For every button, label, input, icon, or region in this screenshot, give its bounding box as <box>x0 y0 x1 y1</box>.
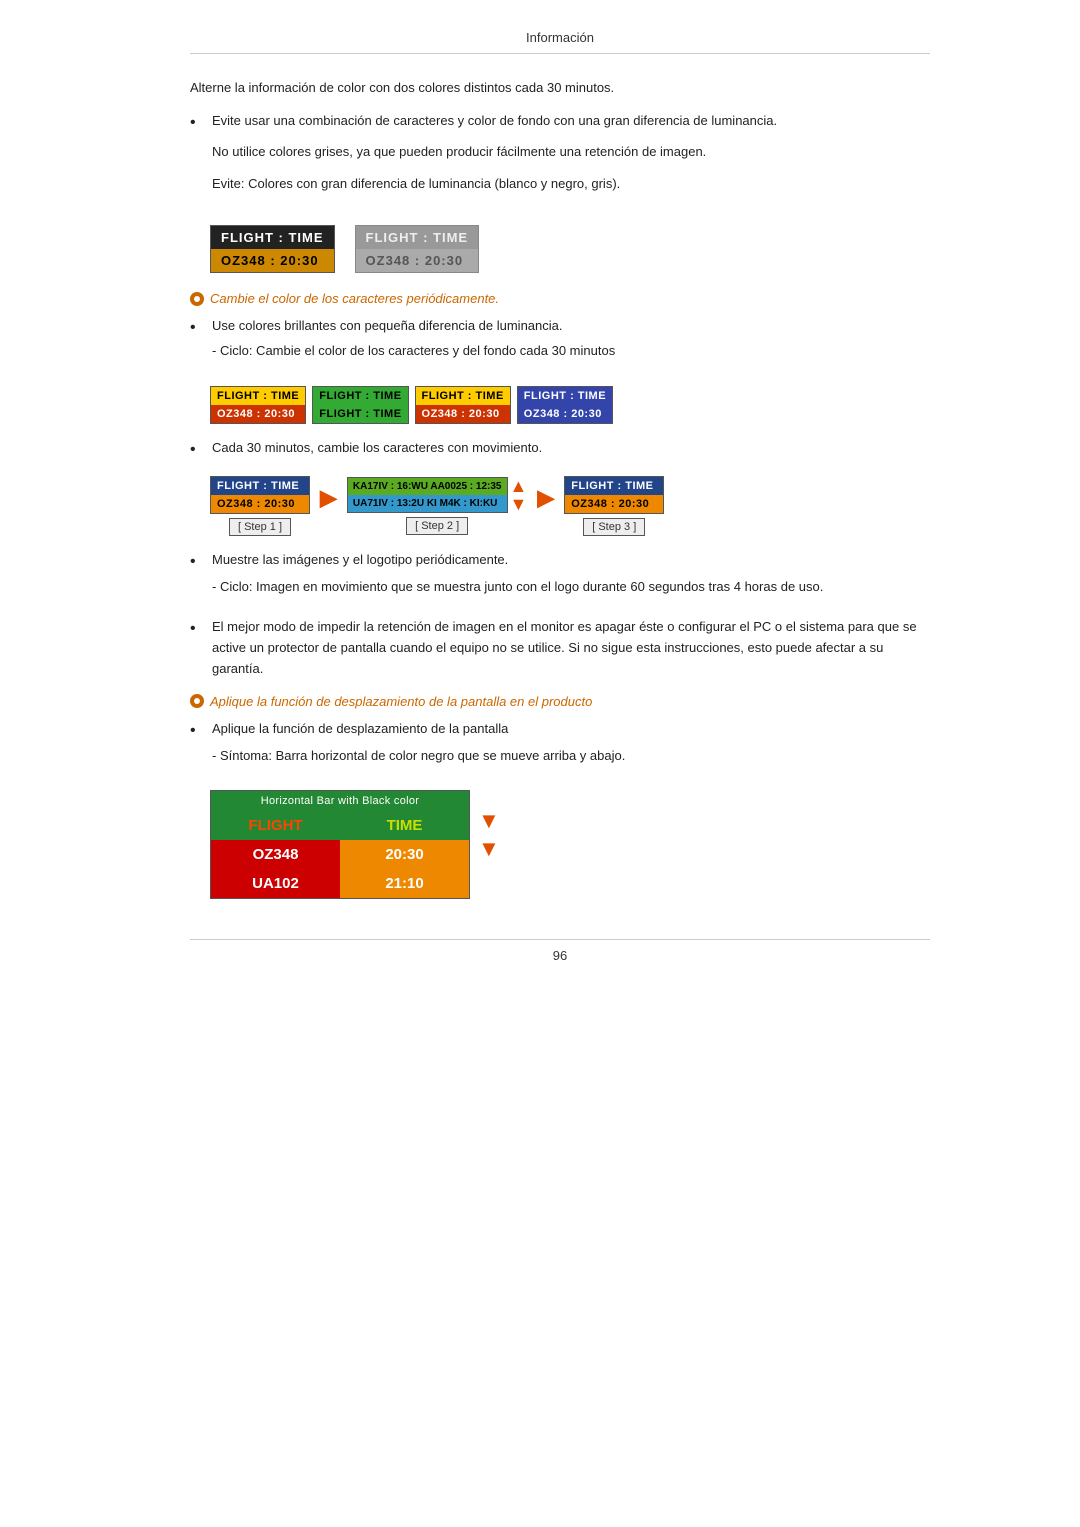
sub-text-1b: Evite: Colores con gran diferencia de lu… <box>212 174 777 195</box>
bullet-text-3: Cada 30 minutos, cambie los caracteres c… <box>212 438 542 459</box>
bullet-item-6: • Aplique la función de desplazamiento d… <box>190 719 930 777</box>
orange-heading-2-text: Aplique la función de desplazamiento de … <box>210 694 592 709</box>
cycle-box-1-r1: FLIGHT : TIME <box>211 387 305 405</box>
cycle-box-4-r2: OZ348 : 20:30 <box>518 405 612 423</box>
step-2-r2: UA71IV : 13:2U KI M4K : KI:KU <box>348 495 507 512</box>
bullet-dot-3: • <box>190 438 208 462</box>
bullet-item-2: • Use colores brillantes con pequeña dif… <box>190 316 930 372</box>
step-1-r2: OZ348 : 20:30 <box>211 495 309 513</box>
hbar-ua102: UA102 <box>211 869 340 898</box>
cycle-box-2: FLIGHT : TIME FLIGHT : TIME <box>312 386 408 424</box>
orange-heading-2: Aplique la función de desplazamiento de … <box>190 694 930 709</box>
page-footer: 96 <box>190 939 930 963</box>
step-3-r2: OZ348 : 20:30 <box>565 495 663 513</box>
sub-text-1a: No utilice colores grises, ya que pueden… <box>212 142 777 163</box>
steps-row: FLIGHT : TIME OZ348 : 20:30 [ Step 1 ] ▶… <box>210 476 930 536</box>
step-2-inner: KA17IV : 16:WU AA0025 : 12:35 UA71IV : 1… <box>347 477 527 513</box>
cycle-box-4-r1: FLIGHT : TIME <box>518 387 612 405</box>
flight-box-gray-row1: FLIGHT : TIME <box>356 226 479 249</box>
bullet-dot-2: • <box>190 316 208 340</box>
hbar-data-row-2: UA102 21:10 <box>211 869 469 898</box>
bullet-dot-5: • <box>190 617 208 641</box>
flight-box-dark: FLIGHT : TIME OZ348 : 20:30 <box>210 225 335 273</box>
cycle-boxes-row: FLIGHT : TIME OZ348 : 20:30 FLIGHT : TIM… <box>210 386 930 424</box>
cycle-box-1-r2: OZ348 : 20:30 <box>211 405 305 423</box>
bullet-item-1: • Evite usar una combinación de caracter… <box>190 111 930 207</box>
step-2-arrows: ▲ ▼ <box>510 477 528 513</box>
step-2-r1: KA17IV : 16:WU AA0025 : 12:35 <box>348 478 507 495</box>
bullet-dot-6: • <box>190 719 208 743</box>
bullet-text-1: Evite usar una combinación de caracteres… <box>212 113 777 128</box>
bullet-dot-4: • <box>190 550 208 574</box>
step-3-box: FLIGHT : TIME OZ348 : 20:30 <box>564 476 664 514</box>
page-header: Información <box>190 30 930 54</box>
step-3-wrap: FLIGHT : TIME OZ348 : 20:30 [ Step 3 ] <box>564 476 664 536</box>
orange-heading-1: Cambie el color de los caracteres periód… <box>190 291 930 306</box>
bullet-text-2: Use colores brillantes con pequeña difer… <box>212 318 563 333</box>
sub-text-6: - Síntoma: Barra horizontal de color neg… <box>212 746 625 767</box>
intro-text: Alterne la información de color con dos … <box>190 78 930 99</box>
step-1-wrap: FLIGHT : TIME OZ348 : 20:30 [ Step 1 ] <box>210 476 310 536</box>
bullet-text-6: Aplique la función de desplazamiento de … <box>212 721 508 736</box>
step-1-box: FLIGHT : TIME OZ348 : 20:30 <box>210 476 310 514</box>
flight-box-gray-row2: OZ348 : 20:30 <box>356 249 479 272</box>
hbar-header: Horizontal Bar with Black color <box>211 791 469 811</box>
header-title: Información <box>526 30 594 45</box>
hbar-table: Horizontal Bar with Black color FLIGHT T… <box>210 790 470 899</box>
hbar-head-row: FLIGHT TIME <box>211 811 469 840</box>
flight-box-gray: FLIGHT : TIME OZ348 : 20:30 <box>355 225 480 273</box>
hbar-arrow-down-1-icon: ▼ <box>478 810 500 832</box>
cycle-box-2-r2: FLIGHT : TIME <box>313 405 407 423</box>
hbar-section: Horizontal Bar with Black color FLIGHT T… <box>210 790 930 899</box>
bullet-text-5: El mejor modo de impedir la retención de… <box>212 617 930 679</box>
hbar-arrow-down-2-icon: ▼ <box>478 838 500 860</box>
cycle-box-3-r1: FLIGHT : TIME <box>416 387 510 405</box>
step-2-box: KA17IV : 16:WU AA0025 : 12:35 UA71IV : 1… <box>347 477 508 513</box>
arrow-up-icon: ▲ <box>510 477 528 495</box>
hbar-2110: 21:10 <box>340 869 469 898</box>
flight-box-dark-row1: FLIGHT : TIME <box>211 226 334 249</box>
flight-box-dark-row2: OZ348 : 20:30 <box>211 249 334 272</box>
hbar-arrows: ▼ ▼ <box>478 810 500 860</box>
bullet-item-5: • El mejor modo de impedir la retención … <box>190 617 930 679</box>
cycle-box-1: FLIGHT : TIME OZ348 : 20:30 <box>210 386 306 424</box>
bullet-item-3: • Cada 30 minutos, cambie los caracteres… <box>190 438 930 462</box>
hbar-2030: 20:30 <box>340 840 469 869</box>
cycle-box-4: FLIGHT : TIME OZ348 : 20:30 <box>517 386 613 424</box>
step-2-label: [ Step 2 ] <box>406 517 468 535</box>
cycle-box-2-r1: FLIGHT : TIME <box>313 387 407 405</box>
step-1-label: [ Step 1 ] <box>229 518 291 536</box>
cycle-box-3: FLIGHT : TIME OZ348 : 20:30 <box>415 386 511 424</box>
hbar-flight-head: FLIGHT <box>211 811 340 840</box>
orange-heading-1-text: Cambie el color de los caracteres periód… <box>210 291 499 306</box>
page-number: 96 <box>553 948 567 963</box>
bullet-dot-1: • <box>190 111 208 135</box>
step-3-r1: FLIGHT : TIME <box>565 477 663 495</box>
hbar-oz348: OZ348 <box>211 840 340 869</box>
hbar-data-row-1: OZ348 20:30 <box>211 840 469 869</box>
bullet-text-4: Muestre las imágenes y el logotipo perió… <box>212 552 508 567</box>
display-boxes-row: FLIGHT : TIME OZ348 : 20:30 FLIGHT : TIM… <box>210 225 930 273</box>
orange-circle-icon <box>190 292 204 306</box>
bullet-item-4: • Muestre las imágenes y el logotipo per… <box>190 550 930 608</box>
step-2-wrap: KA17IV : 16:WU AA0025 : 12:35 UA71IV : 1… <box>347 477 527 535</box>
step-1-r1: FLIGHT : TIME <box>211 477 309 495</box>
hbar-time-head: TIME <box>340 811 469 840</box>
arrow-2-icon: ▶ <box>537 485 554 511</box>
sub-text-2: - Ciclo: Cambie el color de los caracter… <box>212 341 615 362</box>
sub-text-4: - Ciclo: Imagen en movimiento que se mue… <box>212 577 823 598</box>
arrow-1-icon: ▶ <box>320 485 337 511</box>
cycle-box-3-r2: OZ348 : 20:30 <box>416 405 510 423</box>
arrow-down-icon: ▼ <box>510 495 528 513</box>
orange-circle-2-icon <box>190 694 204 708</box>
step-3-label: [ Step 3 ] <box>583 518 645 536</box>
